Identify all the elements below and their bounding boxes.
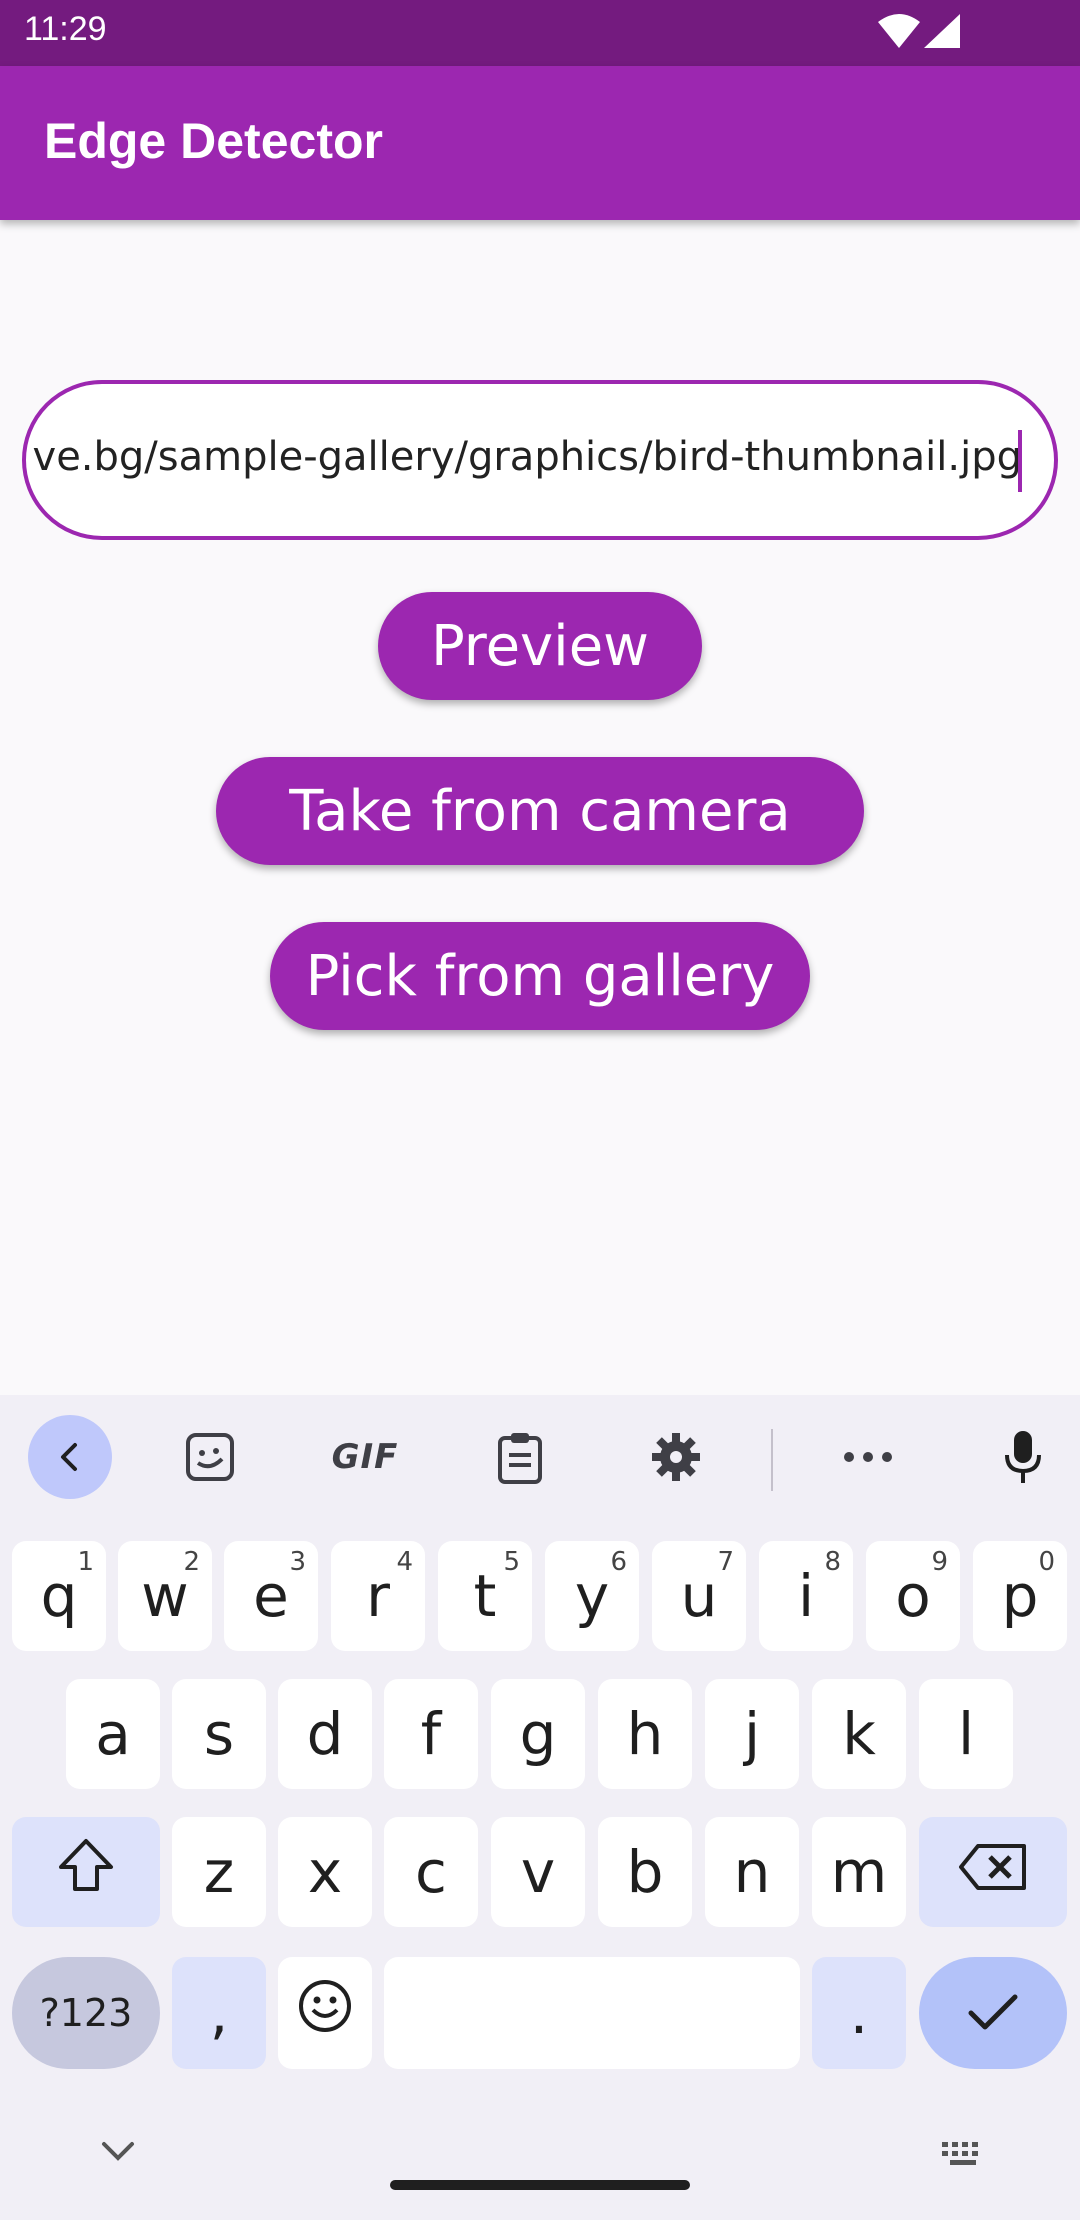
pick-from-gallery-button[interactable]: Pick from gallery <box>270 922 810 1030</box>
key-a[interactable]: a <box>66 1679 160 1789</box>
shift-icon <box>57 1837 115 1907</box>
microphone-icon[interactable] <box>981 1415 1065 1499</box>
sticker-icon[interactable] <box>168 1415 252 1499</box>
app-bar: Edge Detector <box>0 66 1080 220</box>
status-bar: 11:29 <box>0 0 1080 66</box>
wifi-icon <box>878 14 920 55</box>
key-k[interactable]: k <box>812 1679 906 1789</box>
emoji-key[interactable] <box>278 1957 372 2069</box>
key-z[interactable]: z <box>172 1817 266 1927</box>
key-n[interactable]: n <box>705 1817 799 1927</box>
period-key[interactable]: . <box>812 1957 906 2069</box>
key-l[interactable]: l <box>919 1679 1013 1789</box>
key-h[interactable]: h <box>598 1679 692 1789</box>
key-t[interactable]: t5 <box>438 1541 532 1651</box>
checkmark-icon <box>967 1979 1019 2047</box>
key-x[interactable]: x <box>278 1817 372 1927</box>
key-c[interactable]: c <box>384 1817 478 1927</box>
comma-key[interactable]: , <box>172 1957 266 2069</box>
shift-key[interactable] <box>12 1817 160 1927</box>
url-input[interactable]: ve.bg/sample-gallery/graphics/bird-thumb… <box>22 380 1058 540</box>
key-d[interactable]: d <box>278 1679 372 1789</box>
key-b[interactable]: b <box>598 1817 692 1927</box>
key-j[interactable]: j <box>705 1679 799 1789</box>
key-y[interactable]: y6 <box>545 1541 639 1651</box>
preview-button[interactable]: Preview <box>378 592 702 700</box>
key-o[interactable]: o9 <box>866 1541 960 1651</box>
key-g[interactable]: g <box>491 1679 585 1789</box>
hide-keyboard-chevron-icon[interactable] <box>98 2138 138 2169</box>
soft-keyboard: GIF q1 w2 e3 r4 t5 y6 u7 i8 o9 p0 a s d … <box>0 1395 1080 2220</box>
key-f[interactable]: f <box>384 1679 478 1789</box>
symbols-key[interactable]: ?123 <box>12 1957 160 2069</box>
backspace-icon <box>958 1838 1028 1906</box>
key-w[interactable]: w2 <box>118 1541 212 1651</box>
home-gesture-handle[interactable] <box>390 2180 690 2190</box>
space-key[interactable] <box>384 1957 800 2069</box>
enter-key[interactable] <box>919 1957 1067 2069</box>
key-m[interactable]: m <box>812 1817 906 1927</box>
clipboard-icon[interactable] <box>478 1415 562 1499</box>
url-input-value: ve.bg/sample-gallery/graphics/bird-thumb… <box>32 434 1022 480</box>
key-s[interactable]: s <box>172 1679 266 1789</box>
signal-icon <box>924 14 962 55</box>
gif-button[interactable]: GIF <box>323 1415 407 1499</box>
keyboard-switch-icon[interactable] <box>940 2140 986 2175</box>
key-u[interactable]: u7 <box>652 1541 746 1651</box>
key-v[interactable]: v <box>491 1817 585 1927</box>
back-icon[interactable] <box>28 1415 112 1499</box>
key-i[interactable]: i8 <box>759 1541 853 1651</box>
text-caret <box>1018 430 1022 492</box>
settings-icon[interactable] <box>634 1415 718 1499</box>
backspace-key[interactable] <box>919 1817 1067 1927</box>
more-icon[interactable] <box>826 1415 910 1499</box>
app-title: Edge Detector <box>44 113 383 169</box>
toolbar-divider <box>771 1429 773 1491</box>
emoji-icon <box>297 1978 353 2048</box>
gif-label: GIF <box>331 1437 399 1477</box>
key-p[interactable]: p0 <box>973 1541 1067 1651</box>
key-r[interactable]: r4 <box>331 1541 425 1651</box>
key-q[interactable]: q1 <box>12 1541 106 1651</box>
take-from-camera-button[interactable]: Take from camera <box>216 757 864 865</box>
status-time: 11:29 <box>24 10 107 48</box>
key-e[interactable]: e3 <box>224 1541 318 1651</box>
